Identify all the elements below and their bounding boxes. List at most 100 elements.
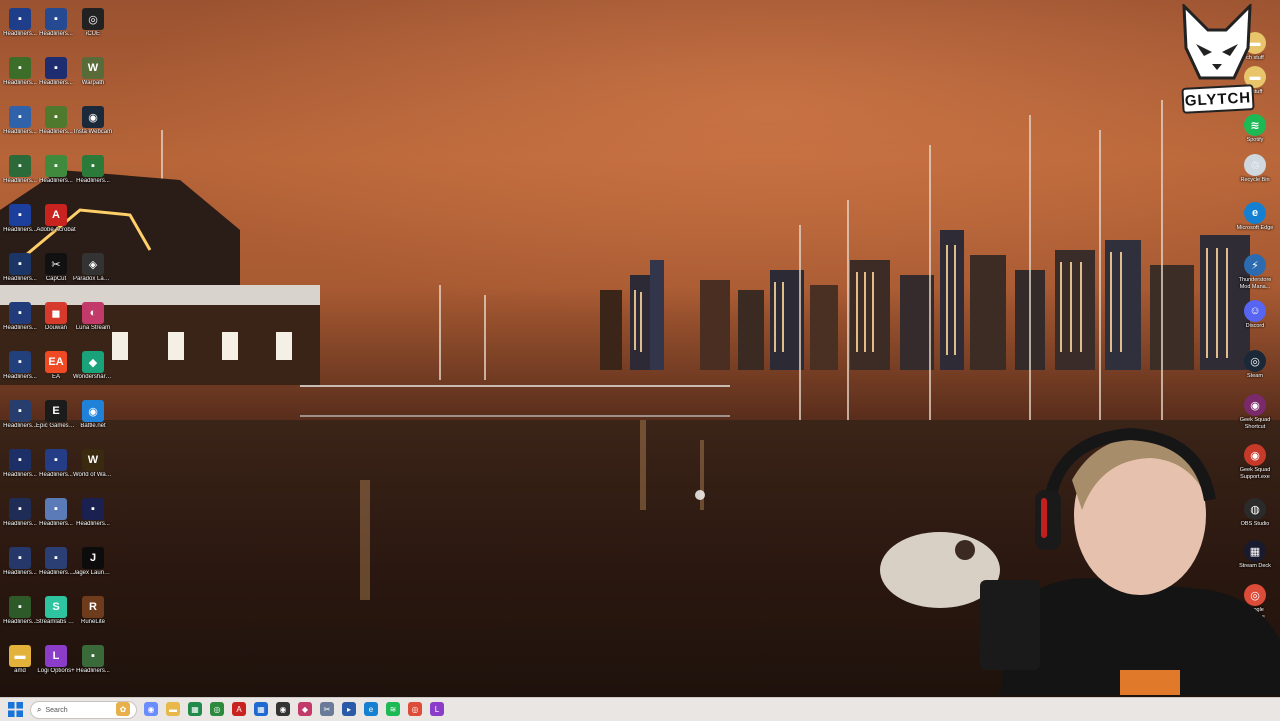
- shortcut-label: Headliners...: [3, 472, 37, 478]
- desktop-shortcut[interactable]: ▪ Headliners...: [36, 449, 76, 479]
- app-icon[interactable]: ◉: [276, 702, 290, 716]
- shortcut-label: Streamlabs Desktop: [36, 619, 76, 625]
- xbox-icon[interactable]: ◎: [210, 702, 224, 716]
- desktop-shortcut[interactable]: ◎ Steam: [1236, 350, 1274, 380]
- desktop-shortcut[interactable]: ▪ Headliners...: [36, 106, 76, 136]
- desktop-shortcut[interactable]: ♲ Recycle Bin: [1236, 154, 1274, 184]
- shortcut-icon: ◐: [82, 302, 104, 324]
- logi-icon[interactable]: L: [430, 702, 444, 716]
- shortcut-icon: ◎: [82, 8, 104, 30]
- desktop-shortcut[interactable]: WWorld of Warcraft: [73, 449, 113, 479]
- desktop-shortcut[interactable]: ▪ Headliners...: [0, 253, 40, 283]
- desktop-shortcut[interactable]: ▪ Headliners...: [0, 498, 40, 528]
- desktop-shortcut[interactable]: ◼ Douwan: [36, 302, 76, 332]
- shortcut-label: Adobe Acrobat: [36, 227, 76, 233]
- desktop-shortcut[interactable]: ▪ Headliners...: [0, 351, 40, 381]
- widget-icon[interactable]: ✿: [116, 702, 130, 716]
- desktop-shortcut[interactable]: ▪ Headliners...: [36, 547, 76, 577]
- desktop-shortcut[interactable]: ▪ Headliners...: [0, 204, 40, 234]
- dock: [300, 385, 730, 417]
- desktop-shortcut[interactable]: ▪ Headliners...: [36, 8, 76, 38]
- shortcut-label: Headliners...: [39, 472, 73, 478]
- desktop-shortcut[interactable]: ▪ Headliners...: [0, 8, 40, 38]
- shortcut-icon: ✂: [45, 253, 67, 275]
- shortcut-icon: [82, 204, 104, 226]
- desktop-shortcut[interactable]: EA EA: [36, 351, 76, 381]
- desktop-shortcut[interactable]: ▪ Headliners...: [0, 400, 40, 430]
- desktop-shortcut[interactable]: EEpic Games Launcher: [36, 400, 76, 430]
- spotify-icon[interactable]: ≋: [386, 702, 400, 716]
- desktop-shortcut[interactable]: ▪ Headliners...: [73, 155, 113, 185]
- snip-icon[interactable]: ✂: [320, 702, 334, 716]
- terminal-icon[interactable]: ▸: [342, 702, 356, 716]
- calculator-icon[interactable]: ▦: [254, 702, 268, 716]
- desktop-shortcut[interactable]: ▪ Headliners...: [0, 57, 40, 87]
- desktop-shortcut[interactable]: J Jagex Launcher: [73, 547, 113, 577]
- shortcut-icon: ▪: [82, 645, 104, 667]
- desktop-shortcut[interactable]: ▪ Headliners...: [0, 596, 40, 626]
- edge-icon[interactable]: e: [364, 702, 378, 716]
- desktop-shortcut[interactable]: [73, 204, 113, 227]
- desktop-shortcut[interactable]: ◉ Battle.net: [73, 400, 113, 430]
- shortcut-icon: ▪: [82, 155, 104, 177]
- desktop-shortcut[interactable]: ▪ Headliners...: [73, 498, 113, 528]
- desktop-shortcut[interactable]: ◈Paradox Launcher v2: [73, 253, 113, 283]
- desktop-shortcut[interactable]: ▪ Headliners...: [36, 57, 76, 87]
- shortcut-label: Thunderstore Mod Mana...: [1238, 277, 1272, 290]
- desktop-shortcut[interactable]: L Logi Options+: [36, 645, 76, 675]
- shortcut-icon: ▪: [45, 498, 67, 520]
- shortcut-label: Luna Stream: [75, 325, 111, 331]
- desktop-shortcut[interactable]: ▪ Headliners...: [0, 155, 40, 185]
- shortcut-label: Logi Options+: [37, 668, 75, 674]
- pdf-icon[interactable]: A: [232, 702, 246, 716]
- search-placeholder: Search: [45, 706, 68, 714]
- desktop-shortcut[interactable]: ▬ amd: [0, 645, 40, 675]
- desktop-shortcut[interactable]: ≋ Spotify: [1236, 114, 1274, 144]
- shortcut-icon: ◼: [45, 302, 67, 324]
- copilot-icon[interactable]: ◉: [144, 702, 158, 716]
- desktop-shortcut[interactable]: ▪ Headliners...: [0, 449, 40, 479]
- desktop-shortcut[interactable]: ▪ Headliners...: [0, 547, 40, 577]
- desktop-shortcut[interactable]: ◉ Insta Webcam: [73, 106, 113, 136]
- shortcut-icon: ▪: [9, 106, 31, 128]
- desktop-shortcut[interactable]: ✂ CapCut: [36, 253, 76, 283]
- shortcut-label: Warpath: [81, 80, 105, 86]
- desktop-shortcut[interactable]: ⚡ Thunderstore Mod Mana...: [1236, 254, 1274, 290]
- desktop-shortcut[interactable]: ▪ Headliners...: [0, 106, 40, 136]
- shortcut-label: EA: [51, 374, 60, 380]
- shortcut-label: RuneLite: [80, 619, 106, 625]
- desktop-shortcut[interactable]: e Microsoft Edge: [1236, 202, 1274, 232]
- webcam-feed: [880, 427, 1280, 695]
- shortcut-label: iCUE: [85, 31, 100, 37]
- shortcut-icon: ▪: [9, 596, 31, 618]
- sheet-icon[interactable]: ▦: [188, 702, 202, 716]
- windows-start-icon[interactable]: [8, 702, 23, 717]
- desktop-shortcut[interactable]: SStreamlabs Desktop: [36, 596, 76, 626]
- shortcut-icon: W: [82, 449, 104, 471]
- shortcut-label: Headliners...: [39, 129, 73, 135]
- shortcut-icon: ▪: [45, 155, 67, 177]
- desktop-shortcut[interactable]: ▪ Headliners...: [73, 645, 113, 675]
- chrome-icon[interactable]: ◎: [408, 702, 422, 716]
- desktop-shortcut[interactable]: ☺ Discord: [1236, 300, 1274, 330]
- shortcut-icon: ▪: [82, 498, 104, 520]
- desktop-shortcut[interactable]: ▪ Headliners...: [36, 155, 76, 185]
- shortcut-icon: ▪: [9, 8, 31, 30]
- shortcut-icon: ▪: [45, 57, 67, 79]
- desktop-shortcut[interactable]: ◎ iCUE: [73, 8, 113, 38]
- desktop-shortcut[interactable]: R RuneLite: [73, 596, 113, 626]
- shortcut-label: Headliners...: [3, 276, 37, 282]
- desktop-shortcut[interactable]: ▪ Headliners...: [36, 498, 76, 528]
- desktop-shortcut[interactable]: W Warpath: [73, 57, 113, 87]
- shortcut-icon: ◆: [82, 351, 104, 373]
- desktop-shortcut[interactable]: ◐ Luna Stream: [73, 302, 113, 332]
- desktop-shortcut[interactable]: ◆Wondershare Filmora 14: [73, 351, 113, 381]
- paint-icon[interactable]: ◆: [298, 702, 312, 716]
- shortcut-icon: ▪: [9, 351, 31, 373]
- desktop-shortcut[interactable]: A Adobe Acrobat: [36, 204, 76, 234]
- shortcut-label: Headliners...: [3, 80, 37, 86]
- shortcut-label: Headliners...: [39, 570, 73, 576]
- desktop-shortcut[interactable]: ▪ Headliners...: [0, 302, 40, 332]
- file-explorer-icon[interactable]: ▬: [166, 702, 180, 716]
- shortcut-label: Jagex Launcher: [73, 570, 113, 576]
